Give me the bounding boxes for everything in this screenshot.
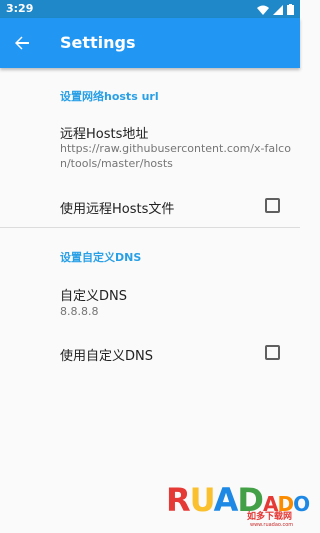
watermark-letter: R [166, 481, 191, 519]
page-title: Settings [60, 33, 136, 52]
pref-custom-dns-title: 自定义DNS [60, 289, 127, 304]
divider [0, 227, 300, 228]
status-bar: 3:29 [0, 0, 300, 18]
app-bar: Settings [0, 18, 300, 68]
watermark-logo: RUADADO 如多下载网 www.ruadao.com [166, 480, 310, 530]
status-time: 3:29 [6, 2, 34, 15]
category-dns-title: 设置自定义DNS [60, 251, 142, 264]
pref-use-custom-dns-title: 使用自定义DNS [60, 349, 153, 364]
battery-icon [287, 0, 294, 19]
back-button[interactable] [10, 31, 34, 55]
pref-use-remote-hosts-title: 使用远程Hosts文件 [60, 202, 175, 217]
watermark-letter: A [213, 481, 239, 519]
use-remote-hosts-checkbox[interactable] [265, 198, 280, 213]
watermark-letter: O [293, 492, 310, 516]
use-custom-dns-checkbox[interactable] [265, 345, 280, 360]
watermark-url: www.ruadao.com [250, 522, 294, 528]
signal-icon [273, 0, 283, 19]
pref-custom-dns-summary: 8.8.8.8 [60, 305, 99, 318]
status-icons [257, 3, 294, 15]
pref-remote-hosts-title: 远程Hosts地址 [60, 127, 149, 142]
arrow-left-icon [15, 36, 29, 50]
watermark-tagline: 如多下载网 [247, 512, 293, 522]
pref-remote-hosts-summary: https://raw.githubusercontent.com/x-falc… [60, 142, 291, 170]
wifi-icon [257, 0, 269, 19]
category-hosts-title: 设置网络hosts url [60, 90, 159, 103]
watermark-letter: U [189, 481, 215, 519]
